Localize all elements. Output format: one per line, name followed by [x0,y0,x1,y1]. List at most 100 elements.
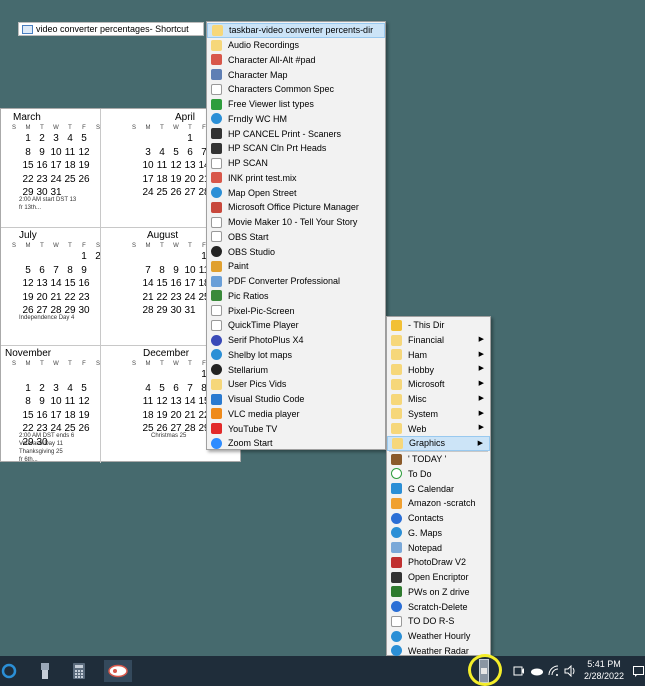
calculator-icon[interactable] [70,660,88,682]
menu-item[interactable]: QuickTime Player [207,318,385,333]
menu-item[interactable]: Hobby ▶ [387,362,490,377]
menu-item[interactable]: Characters Common Spec [207,82,385,97]
weekday-label: T [40,125,44,131]
wifi-icon[interactable] [547,660,561,682]
calendar-day [91,187,105,199]
tray-menu: - This Dir Financial ▶ Ham ▶ Hobby ▶ Microsoft ▶… [386,316,491,657]
menu-item[interactable]: Character Map [207,67,385,82]
menu-item[interactable]: HP SCAN [207,156,385,171]
shortcut-label[interactable]: video converter percentages- Shortcut [18,22,204,36]
calendar-day: 19 [78,409,90,421]
menu-item[interactable]: Weather Hourly [387,629,490,644]
calendar-day: 22 [156,291,168,303]
menu-item[interactable]: Map Open Street [207,185,385,200]
menu-item[interactable]: Microsoft Office Picture Manager [207,200,385,215]
calendar-day [7,251,21,263]
menu-item[interactable]: INK print test.mix [207,171,385,186]
menu-item-label: Audio Recordings [228,40,300,51]
calendar-day [49,251,63,263]
menu-item[interactable]: Financial ▶ [387,333,490,348]
folder-icon [211,378,222,390]
menu-item[interactable]: Serif PhotoPlus X4 [207,333,385,348]
usb-icon[interactable] [36,660,54,682]
menu-item[interactable]: Free Viewer list types [207,97,385,112]
menu-item[interactable]: HP SCAN Cln Prt Heads [207,141,385,156]
calendar-day: 18 [156,173,168,185]
weekday-label: W [173,361,179,367]
clock[interactable]: 5:41 PM 2/28/2022 [580,659,628,681]
menu-item[interactable]: Frndly WC HM [207,112,385,127]
pic-icon [211,290,222,302]
calendar-day: 8 [67,264,73,276]
menu-item[interactable]: PDF Converter Professional [207,274,385,289]
calendar-day: 19 [22,291,34,303]
calendar-day [21,369,35,381]
menu-item[interactable]: To Do [387,467,490,482]
calendar-day [21,251,35,263]
menu-item[interactable]: Scratch-Delete [387,599,490,614]
menu-item-label: TO DO R-S [408,616,455,627]
menu-item[interactable]: Contacts [387,511,490,526]
menu-item[interactable]: Web ▶ [387,421,490,436]
calendar-day: 7 [145,264,151,276]
menu-item[interactable]: Amazon -scratch [387,496,490,511]
menu-item[interactable]: Paint [207,259,385,274]
volume-icon[interactable] [563,660,577,682]
meet-now-icon[interactable] [512,660,526,682]
calendar-day [127,174,141,186]
menu-item[interactable]: Audio Recordings [207,38,385,53]
menu-item[interactable]: Graphics ▶ [387,436,490,451]
cortana-icon[interactable] [0,660,18,682]
menu-item[interactable]: Pixel-Pic-Screen [207,303,385,318]
menu-item[interactable]: Visual Studio Code [207,392,385,407]
calendar-day [127,423,141,435]
menu-item[interactable]: Open Encriptor [387,570,490,585]
menu-item[interactable]: - This Dir [387,318,490,333]
menu-item[interactable]: Misc ▶ [387,392,490,407]
menu-item-label: Characters Common Spec [228,84,335,95]
weekday-label: S [131,125,136,131]
menu-item[interactable]: Pic Ratios [207,289,385,304]
menu-item[interactable]: Microsoft ▶ [387,377,490,392]
menu-item[interactable]: Shelby lot maps [207,348,385,363]
calendar-day: 13 [36,278,48,289]
notification-icon[interactable] [632,660,644,682]
calendar-day [127,133,141,145]
menu-item[interactable]: PhotoDraw V2 [387,555,490,570]
menu-item[interactable]: VLC media player [207,407,385,422]
edge-icon [391,527,402,539]
menu-item[interactable]: TO DO R-S [387,614,490,629]
edge-icon [391,630,402,642]
onedrive-icon[interactable] [530,660,544,682]
menu-item[interactable]: ' TODAY ' [387,452,490,467]
menu-item[interactable]: Zoom Start [207,436,385,451]
menu-item[interactable]: Stellarium [207,362,385,377]
menu-item[interactable]: Movie Maker 10 - Tell Your Story [207,215,385,230]
menu-item[interactable]: Notepad [387,540,490,555]
calendar-day [91,423,105,435]
menu-item[interactable]: G. Maps [387,526,490,541]
menu-item[interactable]: User Pics Vids [207,377,385,392]
snipping-icon[interactable] [104,660,132,682]
menu-item-label: Paint [228,261,249,272]
menu-item[interactable]: PWs on Z drive [387,585,490,600]
menu-item[interactable]: HP CANCEL Print - Scaners [207,126,385,141]
calendar-day: 9 [39,396,45,407]
menu-item-label: Web [408,423,427,434]
menu-item-label: Notepad [408,542,443,553]
menu-item[interactable]: OBS Start [207,230,385,245]
calendar-day: 20 [184,173,196,185]
menu-item[interactable]: Ham ▶ [387,348,490,363]
menu-item[interactable]: OBS Studio [207,244,385,259]
menu-item-label: Character Map [228,69,288,80]
calendar-day: 21 [184,409,196,421]
menu-item-label: HP SCAN Cln Prt Heads [228,143,327,154]
menu-item[interactable]: taskbar-video converter percents-dir [207,23,385,38]
menu-item[interactable]: G Calendar [387,481,490,496]
menu-item[interactable]: YouTube TV [207,421,385,436]
calendar-day [91,292,105,304]
menu-item[interactable]: Character All-Alt #pad [207,53,385,68]
menu-item[interactable]: System ▶ [387,407,490,422]
calendar-day: 10 [184,264,196,276]
weekday-label: W [173,243,179,249]
